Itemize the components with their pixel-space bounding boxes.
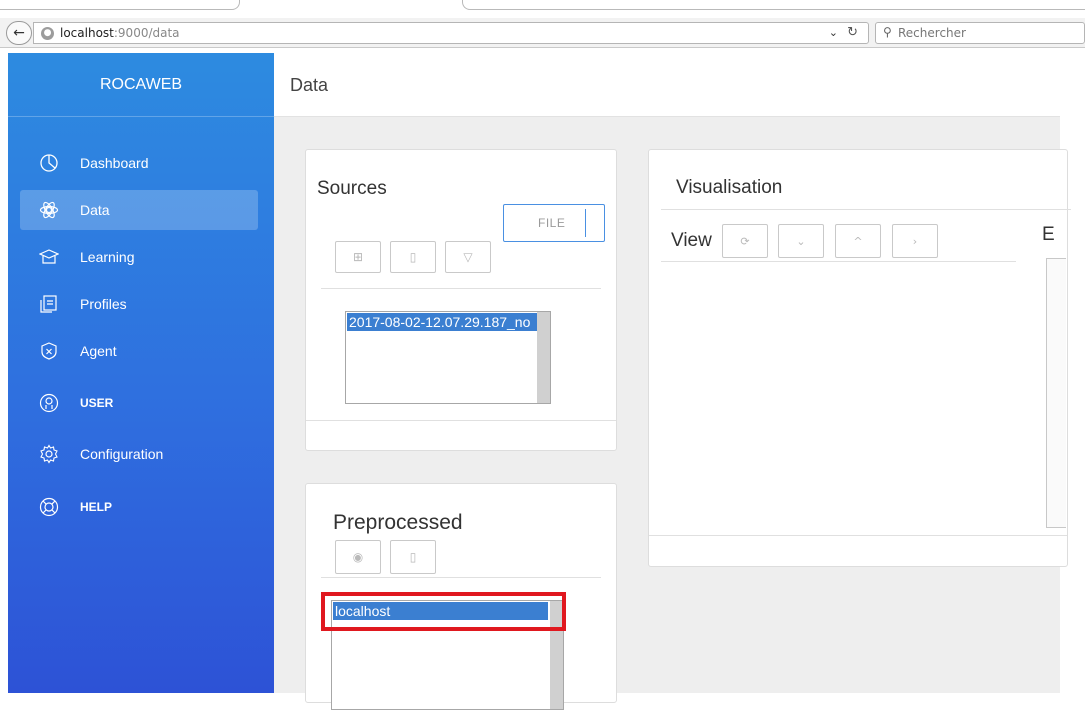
file-button-label: FILE xyxy=(538,216,566,230)
graduation-cap-icon xyxy=(38,246,60,268)
page-title: Data xyxy=(290,75,329,95)
sidebar-item-configuration[interactable]: Configuration xyxy=(20,434,258,474)
globe-icon: ● xyxy=(41,27,54,40)
search-placeholder: Rechercher xyxy=(898,26,966,40)
sidebar-item-label: Profiles xyxy=(80,296,127,312)
add-source-button[interactable]: ⊞ xyxy=(335,241,381,273)
reload-icon[interactable]: ↻ xyxy=(847,25,858,40)
file-button[interactable]: FILE xyxy=(503,204,605,242)
list-item[interactable]: 2017-08-02-12.07.29.187_no xyxy=(347,313,537,331)
divider xyxy=(321,577,601,578)
chevron-down-icon[interactable]: ⌄ xyxy=(829,26,838,39)
sidebar-item-label: Learning xyxy=(80,249,135,265)
chevron-up-icon: ^ xyxy=(853,234,863,248)
pie-chart-icon xyxy=(38,152,60,174)
divider xyxy=(661,261,1016,262)
expand-button[interactable]: ^ xyxy=(835,224,881,258)
brand-title[interactable]: ROCAWEB xyxy=(8,53,274,117)
sidebar-item-agent[interactable]: Agent xyxy=(20,331,258,371)
url-bar[interactable]: ● localhost:9000/data ⌄ ↻ xyxy=(33,22,869,44)
divider xyxy=(321,288,601,289)
trash-icon: ▯ xyxy=(409,550,417,564)
collapse-button[interactable]: ⌄ xyxy=(778,224,824,258)
view-preprocessed-button[interactable]: ◉ xyxy=(335,540,381,574)
chevron-down-icon: ⌄ xyxy=(796,234,806,248)
search-bar[interactable]: ⚲ Rechercher xyxy=(875,22,1085,44)
sidebar: ROCAWEB Dashboard Data Learning Profiles xyxy=(8,53,274,693)
add-icon: ⊞ xyxy=(352,250,364,264)
preprocessed-card: Preprocessed ◉ ▯ localhost xyxy=(305,483,617,710)
sidebar-item-dashboard[interactable]: Dashboard xyxy=(20,143,258,183)
scrollbar[interactable] xyxy=(537,312,550,403)
file-button-divider xyxy=(585,209,586,237)
preprocessed-title: Preprocessed xyxy=(333,511,463,534)
card-footer-divider xyxy=(649,535,1067,536)
back-button[interactable]: ← xyxy=(6,21,32,45)
url-host: localhost xyxy=(60,26,114,40)
sources-title: Sources xyxy=(317,178,387,199)
sources-list[interactable]: 2017-08-02-12.07.29.187_no xyxy=(345,311,551,404)
delete-source-button[interactable]: ▯ xyxy=(390,241,436,273)
search-icon: ⚲ xyxy=(883,25,892,39)
document-stack-icon xyxy=(38,293,60,315)
visualisation-panel[interactable] xyxy=(1046,258,1066,528)
sidebar-item-label: USER xyxy=(80,396,114,410)
browser-navbar: ← ● localhost:9000/data ⌄ ↻ ⚲ Rechercher xyxy=(0,18,1085,48)
visualisation-title: Visualisation xyxy=(676,177,783,198)
eye-icon: ◉ xyxy=(352,550,364,564)
delete-preprocessed-button[interactable]: ▯ xyxy=(390,540,436,574)
panel-label: E xyxy=(1042,224,1055,245)
shield-x-icon xyxy=(38,340,60,362)
user-circle-icon xyxy=(38,392,60,414)
lifebuoy-icon xyxy=(38,496,60,518)
refresh-icon: ⟳ xyxy=(740,234,750,248)
visualisation-card: Visualisation View ⟳ ⌄ ^ › E xyxy=(648,149,1071,567)
top-bar: Data xyxy=(274,53,1060,117)
url-path: :9000/data xyxy=(113,26,180,40)
highlight-box xyxy=(321,592,566,631)
sources-card: Sources FILE ⊞ ▯ ▽ 2017-08-02-12.07.29.1… xyxy=(305,149,617,451)
sidebar-item-profiles[interactable]: Profiles xyxy=(20,284,258,324)
view-label: View xyxy=(671,230,712,251)
sidebar-item-label: Configuration xyxy=(80,446,164,462)
browser-tab-strip xyxy=(0,0,1085,10)
sidebar-item-help[interactable]: HELP xyxy=(20,487,258,527)
sidebar-item-label: HELP xyxy=(80,500,113,514)
trash-icon: ▯ xyxy=(409,250,417,264)
filter-source-button[interactable]: ▽ xyxy=(445,241,491,273)
browser-tab[interactable] xyxy=(0,0,240,10)
sidebar-item-label: Data xyxy=(80,202,110,218)
gear-icon xyxy=(38,443,60,465)
chevron-right-icon: › xyxy=(912,234,918,248)
filter-icon: ▽ xyxy=(463,250,473,264)
browser-tab[interactable] xyxy=(462,0,1085,10)
url-text: localhost:9000/data xyxy=(60,26,180,40)
sidebar-item-label: Agent xyxy=(80,343,117,359)
next-button[interactable]: › xyxy=(892,224,938,258)
card-footer-divider xyxy=(306,420,616,421)
refresh-button[interactable]: ⟳ xyxy=(722,224,768,258)
sidebar-item-learning[interactable]: Learning xyxy=(20,237,258,277)
sidebar-item-user[interactable]: USER xyxy=(20,383,258,423)
arrow-left-icon: ← xyxy=(13,25,25,41)
app-root: ROCAWEB Dashboard Data Learning Profiles xyxy=(8,53,1071,710)
sidebar-item-label: Dashboard xyxy=(80,155,149,171)
molecule-icon xyxy=(38,199,60,221)
sidebar-item-data[interactable]: Data xyxy=(20,190,258,230)
main-content: Data Sources FILE ⊞ ▯ ▽ 2017-08-02-12.07… xyxy=(274,53,1071,710)
divider xyxy=(661,209,1071,210)
